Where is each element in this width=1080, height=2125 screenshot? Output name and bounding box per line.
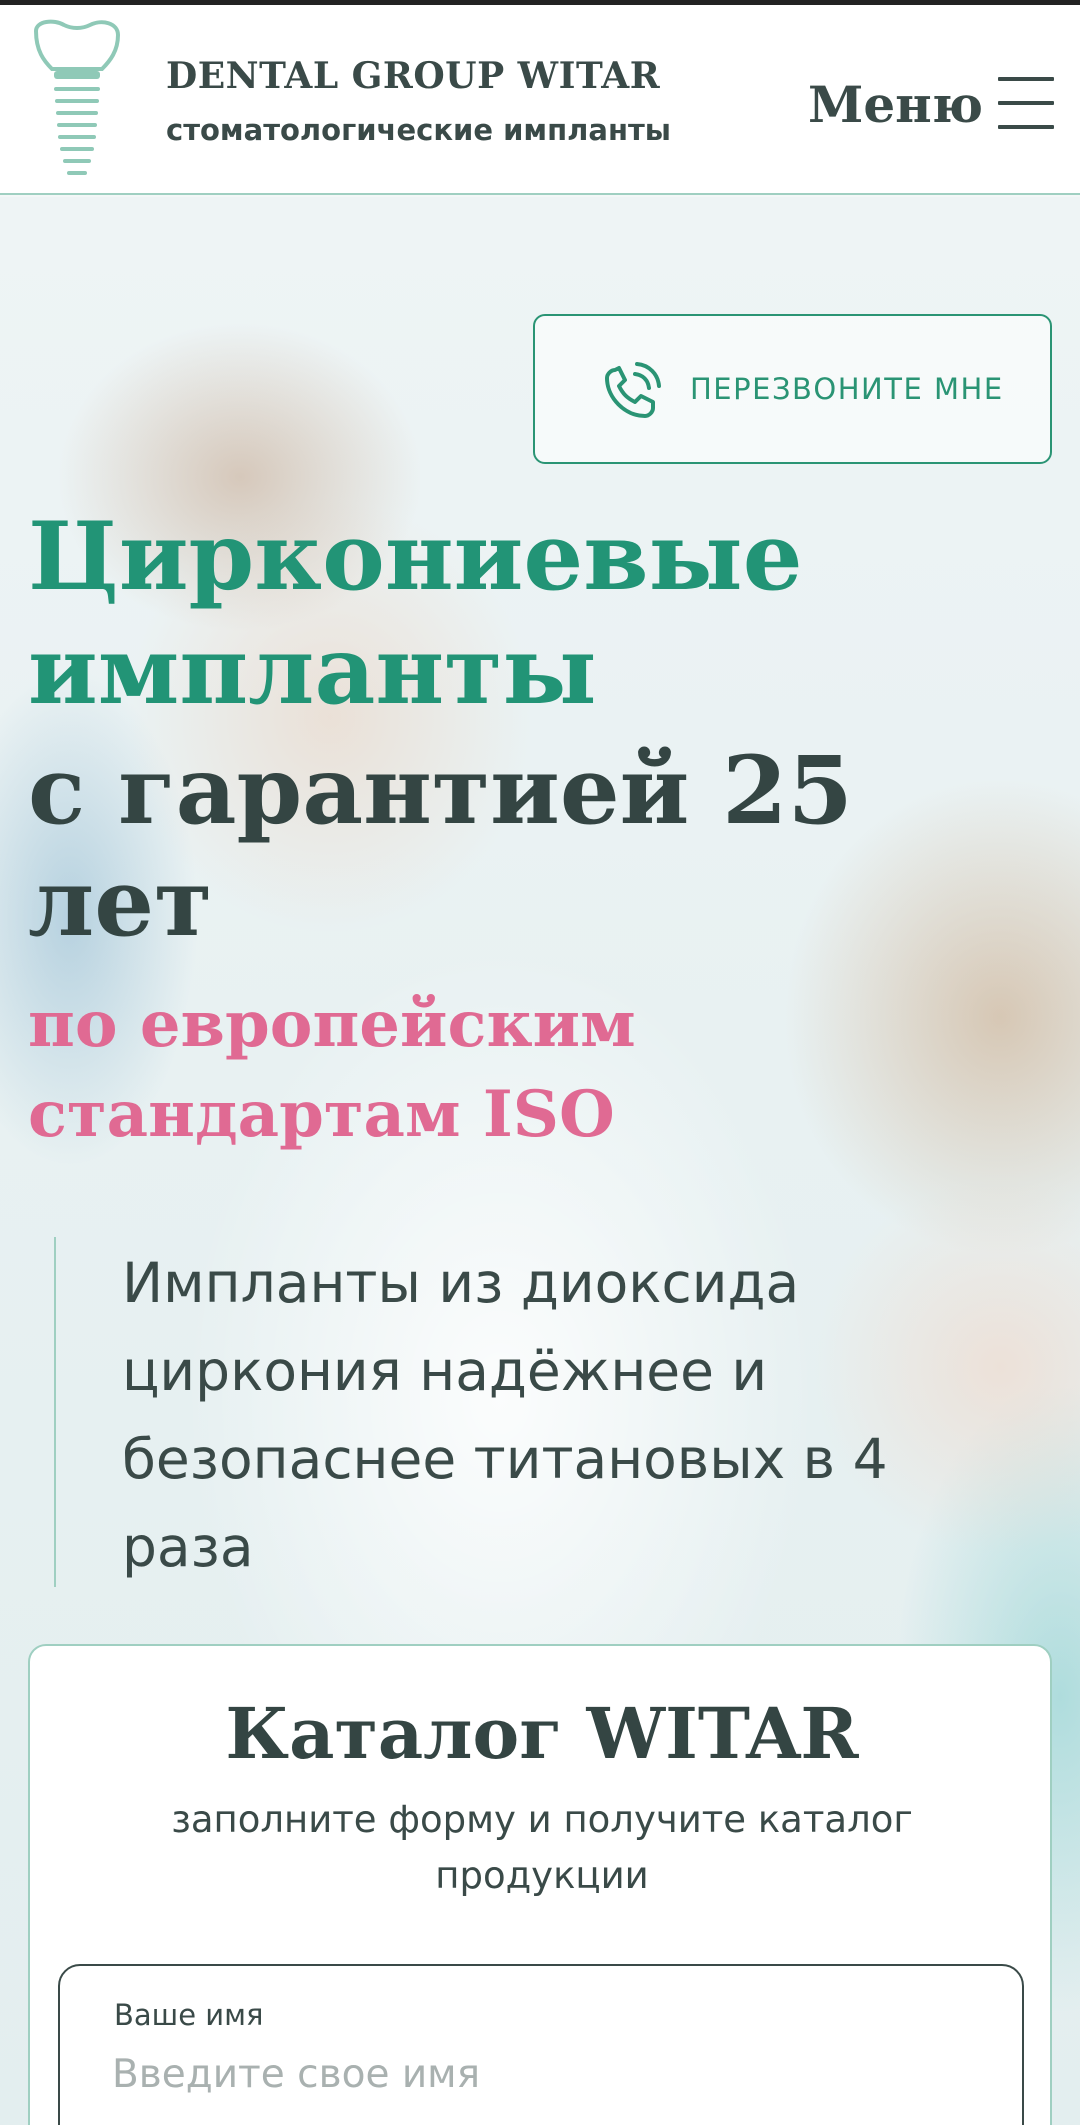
quote-line: циркония надёжнее и bbox=[122, 1339, 768, 1403]
quote-line: Импланты из диоксида bbox=[122, 1251, 800, 1315]
catalog-subtitle-line: продукции bbox=[435, 1854, 649, 1897]
hero-quote: Импланты из диоксида циркония надёжнее и… bbox=[54, 1237, 956, 1587]
quote-line: раза bbox=[122, 1515, 254, 1579]
headline-dark-line: с гарантией 25 bbox=[28, 736, 853, 846]
name-input[interactable] bbox=[112, 2044, 972, 2104]
headline-green-line: Циркониевые bbox=[28, 502, 803, 612]
headline-green: Циркониевые импланты bbox=[28, 500, 1028, 728]
phone-icon bbox=[605, 362, 661, 418]
hero-section: ПЕРЕЗВОНИТЕ МНЕ Циркониевые импланты с г… bbox=[0, 197, 1080, 2125]
catalog-form-card: Каталог WITAR заполните форму и получите… bbox=[28, 1644, 1052, 2125]
brand-title[interactable]: DENTAL GROUP WITAR bbox=[166, 55, 660, 97]
headline-pink-line: стандартам ISO bbox=[28, 1077, 615, 1152]
catalog-title: Каталог WITAR bbox=[225, 1692, 859, 1775]
menu-label[interactable]: Меню bbox=[808, 75, 983, 134]
headline-pink-line: по европейским bbox=[28, 987, 636, 1062]
hamburger-icon[interactable] bbox=[998, 77, 1054, 131]
name-field[interactable]: Ваше имя bbox=[58, 1964, 1024, 2125]
headline-dark-line: лет bbox=[28, 848, 213, 958]
hero-quote-text: Импланты из диоксида циркония надёжнее и… bbox=[122, 1239, 942, 1591]
headline-green-line: импланты bbox=[28, 616, 597, 726]
callback-button-label: ПЕРЕЗВОНИТЕ МНЕ bbox=[690, 372, 1004, 406]
catalog-subtitle-line: заполните форму и получите каталог bbox=[171, 1798, 913, 1841]
headline-dark: с гарантией 25 лет bbox=[28, 735, 1028, 959]
name-field-label: Ваше имя bbox=[114, 1998, 264, 2032]
site-header: DENTAL GROUP WITAR стоматологические имп… bbox=[0, 5, 1080, 195]
headline-pink: по европейским стандартам ISO bbox=[28, 980, 1028, 1160]
brand-subtitle: стоматологические импланты bbox=[166, 113, 672, 147]
quote-line: безопаснее титановых в 4 bbox=[122, 1427, 888, 1491]
tooth-implant-icon[interactable] bbox=[24, 17, 129, 187]
catalog-subtitle: заполните форму и получите каталог проду… bbox=[142, 1792, 942, 1904]
callback-button[interactable]: ПЕРЕЗВОНИТЕ МНЕ bbox=[533, 314, 1052, 464]
